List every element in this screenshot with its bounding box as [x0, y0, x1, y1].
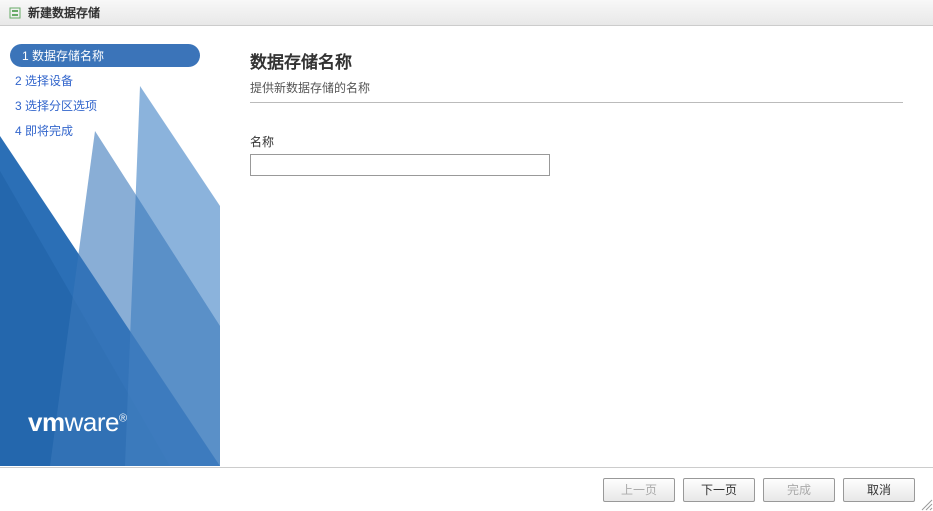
datastore-icon: [8, 6, 22, 20]
panel-subtitle: 提供新数据存储的名称: [250, 79, 903, 103]
main-panel: 数据存储名称 提供新数据存储的名称 名称: [220, 26, 933, 466]
window-title: 新建数据存储: [28, 4, 100, 21]
wizard-step-1[interactable]: 1 数据存储名称: [10, 44, 200, 67]
vmware-logo: vmware®: [28, 407, 127, 438]
back-button[interactable]: 上一页: [603, 478, 675, 502]
resize-grip[interactable]: [919, 497, 933, 511]
cancel-button[interactable]: 取消: [843, 478, 915, 502]
button-bar: 上一页 下一页 完成 取消: [0, 467, 933, 511]
wizard-steps: 1 数据存储名称 2 选择设备 3 选择分区选项 4 即将完成: [0, 26, 220, 142]
panel-title: 数据存储名称: [250, 48, 903, 73]
wizard-sidebar: 1 数据存储名称 2 选择设备 3 选择分区选项 4 即将完成 vmware®: [0, 26, 220, 466]
wizard-step-2[interactable]: 2 选择设备: [0, 69, 220, 92]
next-button[interactable]: 下一页: [683, 478, 755, 502]
wizard-step-3[interactable]: 3 选择分区选项: [0, 94, 220, 117]
window-titlebar: 新建数据存储: [0, 0, 933, 26]
finish-button[interactable]: 完成: [763, 478, 835, 502]
name-input[interactable]: [250, 154, 550, 176]
wizard-step-4[interactable]: 4 即将完成: [0, 119, 220, 142]
name-label: 名称: [250, 133, 903, 150]
